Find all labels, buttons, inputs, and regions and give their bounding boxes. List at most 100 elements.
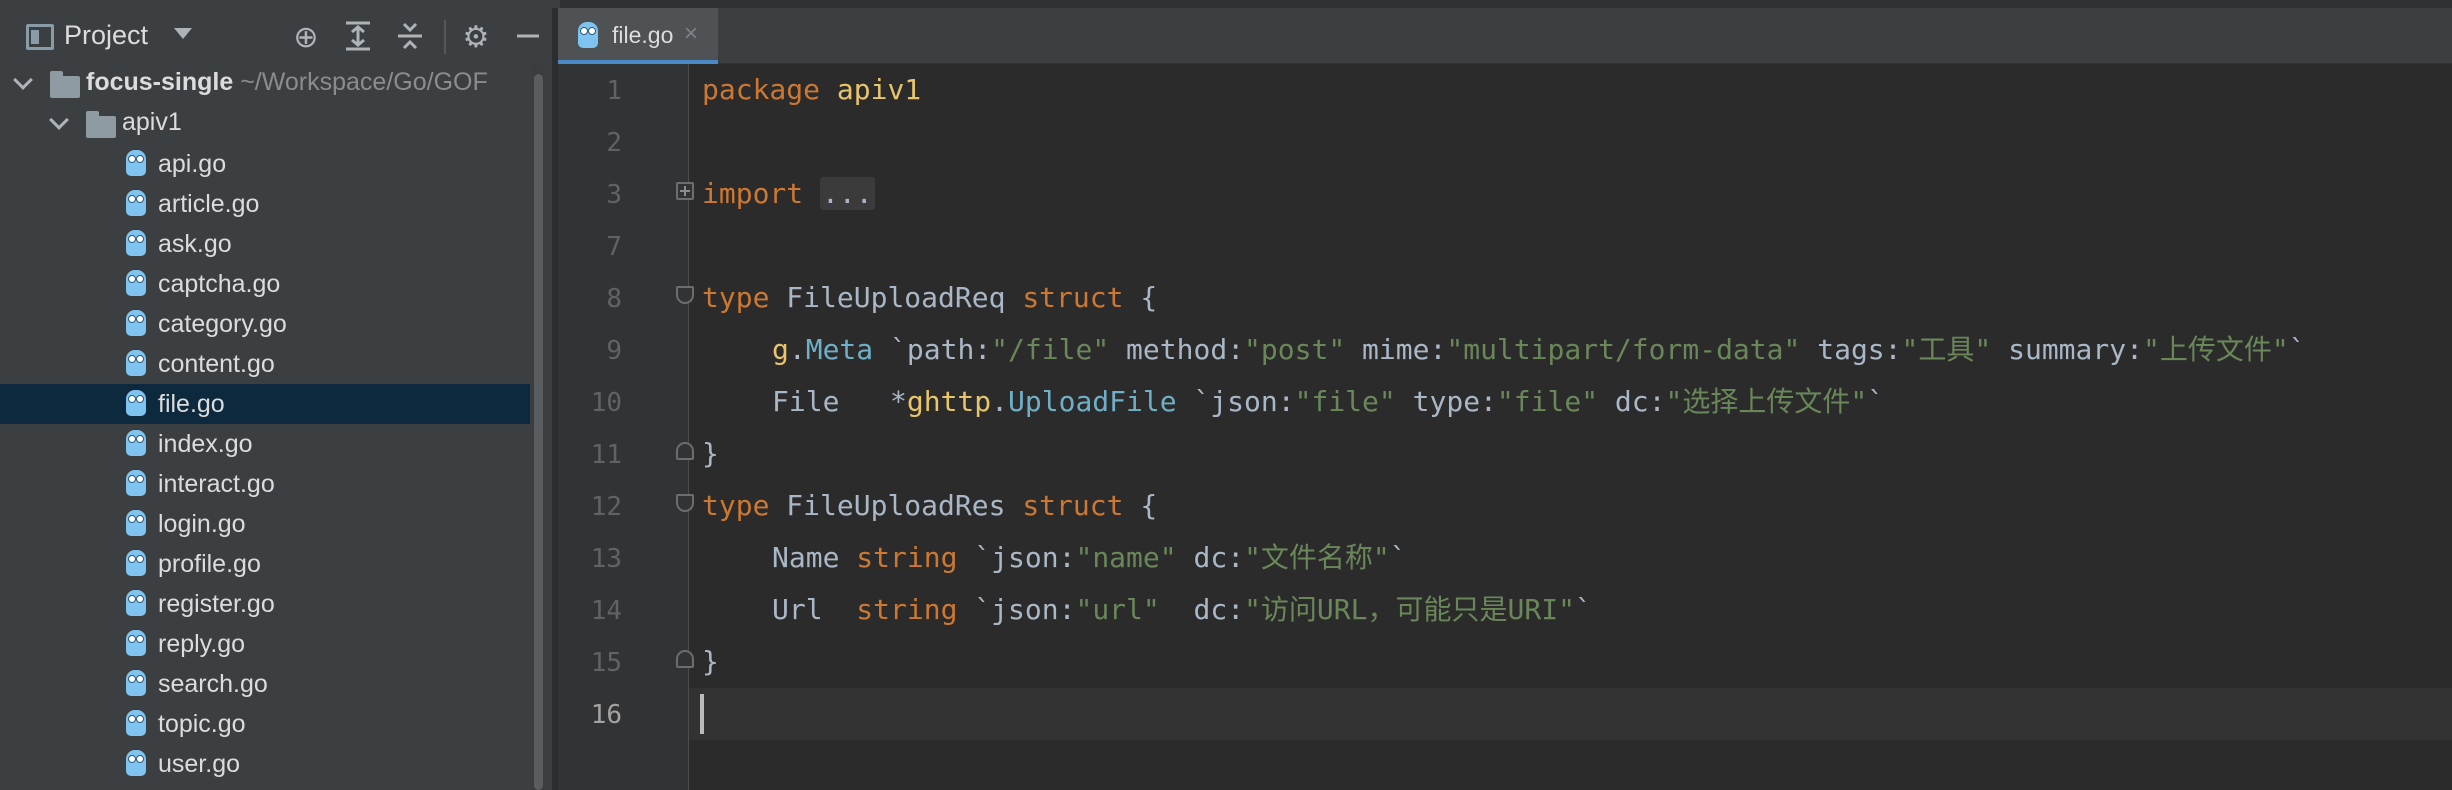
go-file-icon [126,230,146,256]
code-line-8[interactable]: type FileUploadReq struct { [702,272,1157,324]
line-number: 7 [606,232,622,262]
chevron-down-icon[interactable] [174,28,192,39]
line-number: 9 [606,336,622,366]
line-number: 1 [606,76,622,106]
project-panel-header: Project ⊕ ⚙ [0,8,552,63]
tree-item-file[interactable]: topic.go [0,704,530,744]
project-view-selector[interactable]: Project [64,20,148,51]
file-name: topic.go [158,710,246,738]
file-name: register.go [158,590,275,618]
file-name: index.go [158,430,253,458]
project-view-icon [26,24,54,50]
fold-end-icon[interactable] [676,442,694,460]
expand-all-icon[interactable] [340,20,376,56]
file-name: api.go [158,150,227,178]
tree-item-file[interactable]: reply.go [0,624,530,664]
file-name: login.go [158,510,246,538]
tree-item-file[interactable]: file.go [0,384,530,424]
file-name: reply.go [158,630,246,658]
collapse-all-icon[interactable] [392,20,428,56]
file-name: category.go [158,310,287,338]
line-number-current: 16 [590,700,622,730]
go-file-icon [126,270,146,296]
line-number-gutter [558,64,688,790]
tree-item-file[interactable]: search.go [0,664,530,704]
tree-item-file[interactable]: login.go [0,504,530,544]
file-name: ask.go [158,230,232,258]
root-folder-name: focus-single [86,68,234,96]
tree-item-file[interactable]: article.go [0,184,530,224]
tree-item-file[interactable]: register.go [0,584,530,624]
gear-icon[interactable]: ⚙ [458,20,494,56]
tree-item-file[interactable]: user.go [0,744,530,784]
chevron-down-icon[interactable] [49,110,69,130]
code-line-13[interactable]: Name string `json:"name" dc:"文件名称"` [772,532,1407,584]
line-number: 2 [606,128,622,158]
go-file-icon [126,670,146,696]
code-line-1[interactable]: package apiv1 [702,64,921,116]
tree-item-file[interactable]: content.go [0,344,530,384]
project-panel: Project ⊕ ⚙ focus-single ~/Workspace/Go/… [0,8,552,790]
tree-item-file[interactable]: captcha.go [0,264,530,304]
tree-item-apiv1[interactable]: apiv1 [0,104,530,144]
line-number: 8 [606,284,622,314]
code-line-11[interactable]: } [702,428,719,480]
go-file-icon [126,630,146,656]
editor: file.go × 1 2 3 7 8 9 10 11 12 13 14 15 … [558,8,2452,790]
locate-icon[interactable]: ⊕ [288,20,324,56]
tree-item-file[interactable]: index.go [0,424,530,464]
go-file-icon [126,710,146,736]
code-line-15[interactable]: } [702,636,719,688]
folder-name: apiv1 [122,108,182,136]
fold-collapse-icon[interactable] [676,286,694,304]
go-file-icon [126,590,146,616]
go-file-icon [126,190,146,216]
code-line-9[interactable]: g.Meta `path:"/file" method:"post" mime:… [772,324,2306,376]
go-file-icon [126,510,146,536]
folder-icon [50,71,80,98]
tree-item-file[interactable]: api.go [0,144,530,184]
tree-item-file[interactable]: category.go [0,304,530,344]
code-line-14[interactable]: Url string `json:"url" dc:"访问URL，可能只是URI… [772,584,1592,636]
fold-collapse-icon[interactable] [676,494,694,512]
chevron-down-icon[interactable] [13,70,33,90]
editor-tab-bar: file.go × [558,8,2452,64]
go-file-icon [126,470,146,496]
line-number: 15 [590,648,622,678]
go-file-icon [578,22,598,48]
file-name: user.go [158,750,241,778]
fold-end-icon[interactable] [676,650,694,668]
root-folder-path: ~/Workspace/Go/GOF [240,68,488,96]
go-file-icon [126,350,146,376]
file-name: interact.go [158,470,275,498]
go-file-icon [126,750,146,776]
tab-file-go[interactable]: file.go × [558,8,718,64]
file-name: article.go [158,190,260,218]
code-line-12[interactable]: type FileUploadRes struct { [702,480,1157,532]
line-number: 14 [590,596,622,626]
code-line-3[interactable]: import ... [702,168,875,220]
tree-item-file[interactable]: profile.go [0,544,530,584]
folded-import[interactable]: ... [820,177,875,210]
toolbar-separator [444,20,446,54]
line-number: 13 [590,544,622,574]
line-number: 12 [590,492,622,522]
line-number: 11 [590,440,622,470]
scrollbar-thumb[interactable] [534,74,543,790]
close-icon[interactable]: × [684,20,698,48]
fold-expand-icon[interactable] [676,182,694,200]
line-number: 3 [606,180,622,210]
tree-item-file[interactable]: ask.go [0,224,530,264]
tab-label: file.go [612,22,674,48]
go-file-icon [126,550,146,576]
line-number: 10 [590,388,622,418]
go-file-icon [126,430,146,456]
hide-icon[interactable] [510,20,546,56]
file-name: captcha.go [158,270,281,298]
current-line-highlight [689,688,2452,740]
code-line-10[interactable]: File *ghttp.UploadFile `json:"file" type… [772,376,1884,428]
file-name: profile.go [158,550,261,578]
tree-item-file[interactable]: interact.go [0,464,530,504]
tree-item-focus-single[interactable]: focus-single ~/Workspace/Go/GOF [0,64,530,104]
go-file-icon [126,390,146,416]
